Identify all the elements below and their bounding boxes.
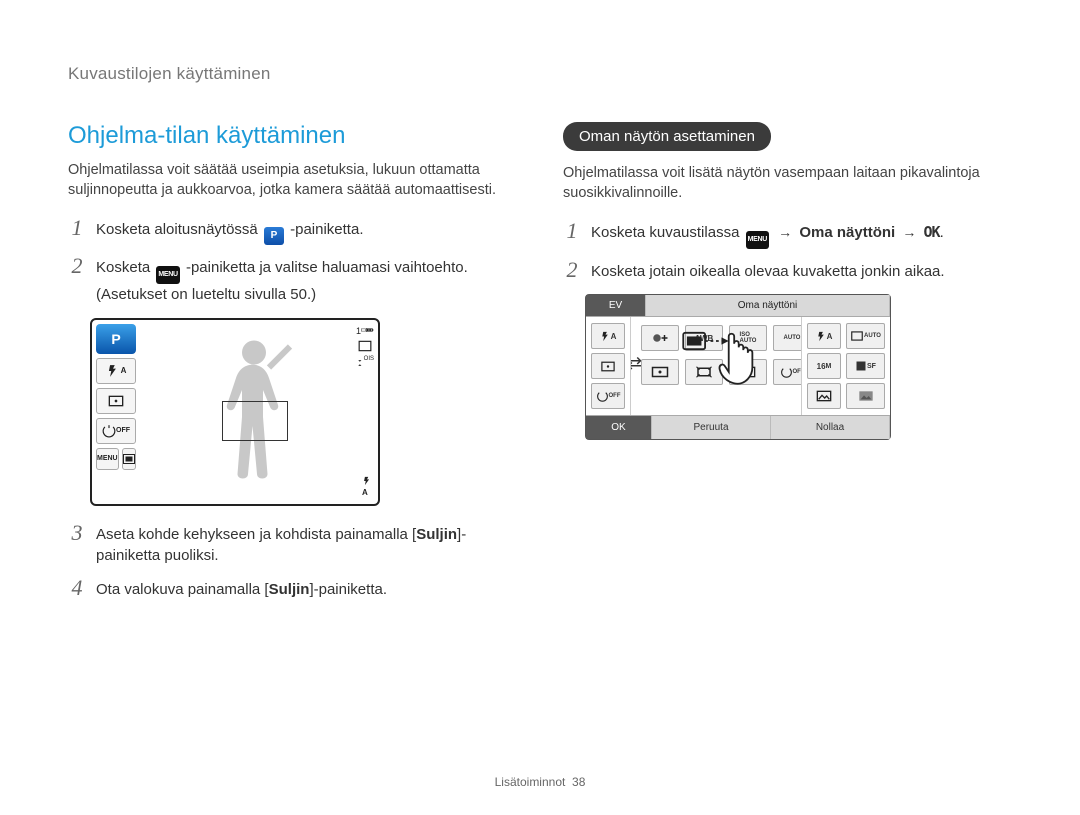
mock-right-col-2: AUTO SF: [846, 317, 890, 415]
ev-adjust-icon: [641, 325, 679, 351]
mock-left-quick-col: A OFF: [586, 317, 630, 415]
step-2: 2 Kosketa jotain oikealla olevaa kuvaket…: [563, 261, 1012, 283]
mock-left-sidebar: P A OFF MENU: [92, 320, 140, 504]
step-number: 4: [68, 577, 86, 599]
step-2: 2 Kosketa MENU -painiketta ja valitse ha…: [68, 257, 517, 306]
section-title: Ohjelma-tilan käyttäminen: [68, 122, 517, 150]
cancel-button: Peruuta: [652, 416, 771, 439]
focus-area-icon: [591, 353, 625, 379]
lead-text: Ohjelmatilassa voit lisätä näytön vasemp…: [563, 163, 1012, 204]
focus-area-icon: [96, 388, 136, 414]
step-3: 3 Aseta kohde kehykseen ja kohdista pain…: [68, 524, 517, 568]
mock-right-col: A 16M: [802, 317, 846, 415]
shutter-bold: Suljin: [269, 581, 310, 598]
step-number: 1: [68, 217, 86, 239]
lead-text: Ohjelmatilassa voit säätää useimpia aset…: [68, 160, 517, 201]
step-text: ]-painiketta.: [309, 581, 387, 598]
subsection-heading: Oman näytön asettaminen: [563, 122, 771, 151]
step-number: 1: [563, 220, 581, 242]
ok-button: OK: [586, 416, 652, 439]
flash-status-icon: A: [362, 475, 372, 498]
step-1: 1 Kosketa aloitusnäytössä P -painiketta.: [68, 219, 517, 245]
step-text: Kosketa jotain oikealla olevaa kuvaketta…: [591, 261, 1012, 283]
flash-auto-icon: A: [807, 323, 841, 349]
shutter-bold: Suljin: [416, 526, 457, 543]
reset-button: Nollaa: [771, 416, 890, 439]
timer-off-icon: OFF: [96, 418, 136, 444]
page-footer: Lisätoiminnot 38: [0, 775, 1080, 789]
flash-auto-icon: A: [96, 358, 136, 384]
face-detect-auto-icon: AUTO: [846, 323, 885, 349]
menu-button: MENU: [96, 448, 119, 470]
step-number: 2: [563, 259, 581, 281]
program-mode-icon: P: [264, 227, 284, 245]
step-4: 4 Ota valokuva painamalla [Suljin]-paini…: [68, 579, 517, 601]
step-1: 1 Kosketa kuvaustilassa MENU → Oma näytt…: [563, 222, 1012, 249]
my-view-mock: EV Oma näyttöni A OFF ⇄ AWB ISOAUTO AUTO: [585, 294, 891, 440]
menu-icon: MENU: [746, 231, 769, 249]
mock-preview-area: [144, 326, 348, 498]
timer-off-icon: OFF: [591, 383, 625, 409]
step-text: Kosketa kuvaustilassa: [591, 224, 744, 241]
focus-rectangle: [222, 401, 288, 441]
step-text: Kosketa aloitusnäytössä: [96, 221, 262, 238]
tab-my-view: Oma näyttöni: [646, 295, 890, 316]
menu-icon: MENU: [156, 266, 179, 284]
step-number: 3: [68, 522, 86, 544]
step-text: Ota valokuva painamalla [: [96, 581, 269, 598]
metering-spot-icon: [641, 359, 679, 385]
photo-style-icon: [846, 383, 885, 409]
picture-style-icon: [807, 383, 841, 409]
program-chip-icon: P: [96, 324, 136, 354]
left-column: Ohjelma-tilan käyttäminen Ohjelmatilassa…: [68, 122, 517, 613]
right-column: Oman näytön asettaminen Ohjelmatilassa v…: [563, 122, 1012, 613]
page-number: 38: [572, 775, 585, 789]
single-shot-icon: [356, 340, 374, 352]
flash-auto-icon: A: [591, 323, 625, 349]
hand-drag-icon: [681, 331, 791, 394]
shots-remaining: 1: [356, 326, 374, 336]
step-number: 2: [68, 255, 86, 277]
step-text: Kosketa: [96, 259, 154, 276]
step-text: -painiketta.: [290, 221, 363, 238]
my-view-bold: Oma näyttöni: [799, 224, 899, 241]
breadcrumb: Kuvaustilojen käyttäminen: [68, 64, 1012, 84]
step-text: .: [940, 224, 944, 241]
arrow-right-icon: →: [778, 224, 792, 240]
gallery-icon: [122, 448, 136, 470]
resolution-16m-icon: 16M: [807, 353, 841, 379]
mock-right-sidebar: 1 OIS A: [352, 320, 378, 504]
camera-preview-mock: P A OFF MENU: [90, 318, 380, 506]
tab-ev: EV: [586, 295, 646, 316]
ois-icon: OIS: [356, 356, 374, 370]
ok-icon: OK: [924, 223, 940, 241]
quality-sf-icon: SF: [846, 353, 885, 379]
step-text: Aseta kohde kehykseen ja kohdista painam…: [96, 526, 416, 543]
arrow-right-icon: →: [902, 224, 916, 240]
footer-label: Lisätoiminnot: [495, 775, 566, 789]
